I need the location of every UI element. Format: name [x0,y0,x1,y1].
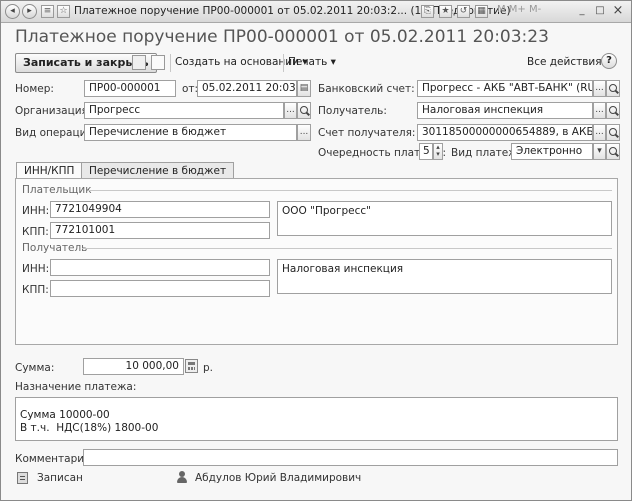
organization-field[interactable]: Прогресс [84,102,284,119]
forward-icon[interactable]: ▸ [22,4,37,19]
calendar-icon[interactable]: ▤ [297,80,311,97]
search-icon[interactable] [297,102,311,119]
purpose-field[interactable]: Сумма 10000-00 В т.ч. НДС(18%) 1800-00 [15,397,618,441]
operation-field[interactable]: Перечисление в бюджет [84,124,297,141]
page-title: Платежное поручение ПР00-000001 от 05.02… [15,27,549,47]
search-icon[interactable] [606,80,620,97]
search-icon[interactable] [606,124,620,141]
number-label: Номер: [15,83,54,95]
organization-label: Организация: [15,105,92,117]
currency-label: р. [203,362,214,374]
save-icon[interactable] [132,55,146,70]
status-text: Записан [37,472,83,484]
title-bar: ◂ ▸ ≡ ☆ Платежное поручение ПР00-000001 … [1,1,631,23]
payee-inn-field[interactable] [50,259,270,276]
payer-kpp-label: КПП: [22,226,49,238]
calculator-icon[interactable] [185,359,198,373]
recipient-label: Получатель: [318,105,387,117]
close-button[interactable]: × [611,4,625,18]
payee-inn-label: ИНН: [22,263,50,275]
toolbar-separator [283,54,284,72]
help-button[interactable]: ? [601,53,617,69]
payee-name-field[interactable]: Налоговая инспекция [277,259,612,294]
bank-account-select-button[interactable]: ... [593,80,606,97]
memory-buttons[interactable]: M M+ M- [497,4,541,15]
organization-select-button[interactable]: ... [284,102,297,119]
purpose-label: Назначение платежа: [15,381,137,393]
bank-account-field[interactable]: Прогресс - АКБ "АВТ-БАНК" (RUB) [417,80,593,97]
comment-field[interactable] [83,449,618,466]
favorites-add-icon[interactable]: ★ [439,5,452,18]
operation-select-button[interactable]: ... [297,124,311,141]
user-icon [177,471,187,484]
bank-account-label: Банковский счет: [318,83,415,95]
recipient-account-field[interactable]: 30118500000000654889, в АКБ "ТОРГБА [417,124,593,141]
amount-label: Сумма: [15,362,55,374]
history-icon[interactable]: ↺ [457,5,470,18]
calc-icon[interactable]: ▦ [475,5,488,18]
search-icon[interactable] [606,143,620,160]
group-divider [88,190,612,191]
payer-group-title: Плательщик [22,184,92,196]
post-document-icon[interactable] [151,55,165,70]
priority-spinner[interactable]: ▴ ▾ [433,143,443,160]
group-divider [82,248,612,249]
payer-kpp-field[interactable]: 772101001 [50,222,270,239]
payee-kpp-label: КПП: [22,284,49,296]
payee-group-title: Получатель [22,242,88,254]
amount-field[interactable]: 10 000,00 [83,358,184,375]
date-label: от: [182,83,199,95]
restore-button[interactable]: □ [593,4,607,18]
window-menu-icon[interactable]: ≡ [41,5,54,18]
document-window: ◂ ▸ ≡ ☆ Платежное поручение ПР00-000001 … [0,0,632,501]
number-field[interactable]: ПР00-000001 [84,80,176,97]
links-icon[interactable]: ⎘ [421,5,434,18]
recipient-select-button[interactable]: ... [593,102,606,119]
tab-budget-transfer[interactable]: Перечисление в бюджет [81,162,235,179]
print-menu[interactable]: Печать ▾ [288,56,336,68]
back-icon[interactable]: ◂ [5,4,20,19]
favorites-icon[interactable]: ☆ [57,5,70,18]
payer-inn-label: ИНН: [22,205,50,217]
document-status-icon [17,472,28,484]
search-icon[interactable] [606,102,620,119]
responsible-user: Абдулов Юрий Владимирович [195,472,362,484]
recipient-account-select-button[interactable]: ... [593,124,606,141]
payee-kpp-field[interactable] [50,280,270,297]
recipient-account-label: Счет получателя: [318,127,416,139]
tab-panel: Плательщик ИНН: 7721049904 КПП: 77210100… [15,178,618,345]
priority-field[interactable]: 5 [419,143,433,160]
date-field[interactable]: 05.02.2011 20:03:23 [197,80,297,97]
toolbar-separator [170,54,171,72]
minimize-button[interactable]: _ [575,4,589,18]
payer-name-field[interactable]: ООО "Прогресс" [277,201,612,236]
payer-inn-field[interactable]: 7721049904 [50,201,270,218]
recipient-field[interactable]: Налоговая инспекция [417,102,593,119]
all-actions-menu[interactable]: Все действия ▾ [527,56,610,68]
payment-type-field[interactable]: Электронно [511,143,593,160]
chevron-down-icon[interactable]: ▾ [593,143,606,160]
